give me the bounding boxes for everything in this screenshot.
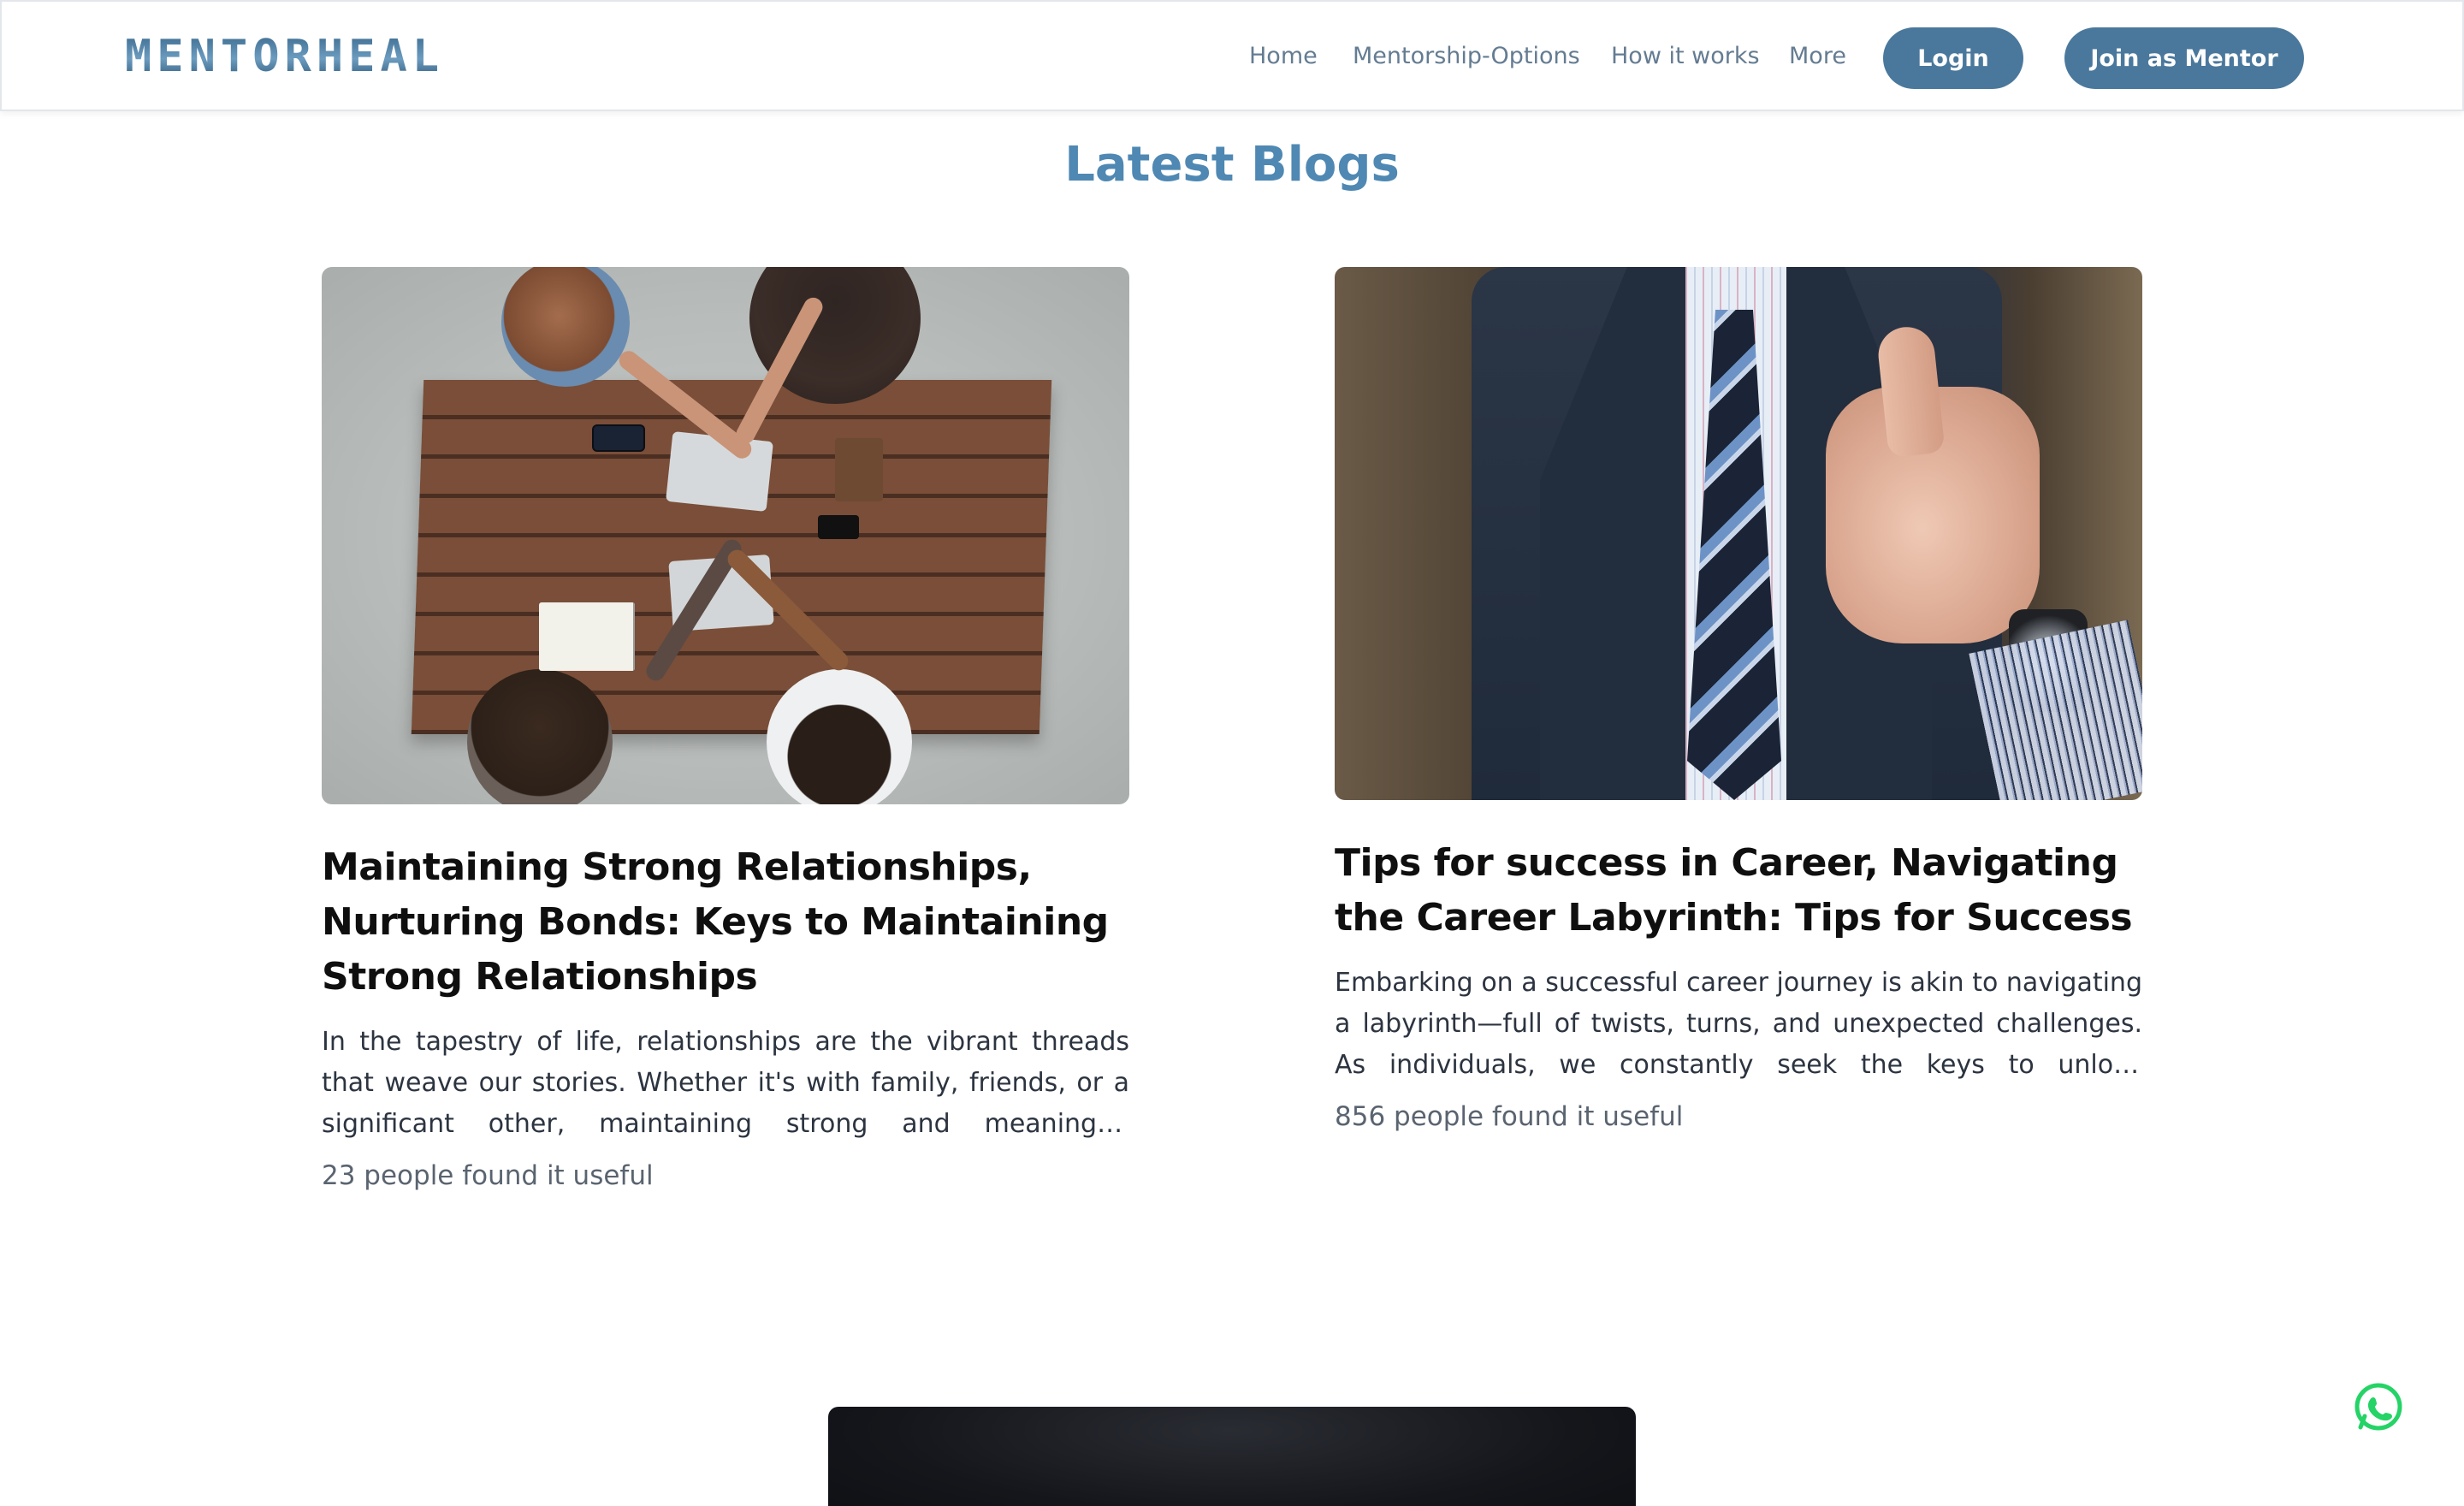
useful-count: 856 people found it useful — [1335, 1101, 1684, 1132]
nav-how-it-works[interactable]: How it works — [1611, 43, 1760, 69]
page: MENTORHEAL Home Mentorship-Options How i… — [0, 0, 2464, 1506]
blog-excerpt: Embarking on a successful career journey… — [1335, 968, 2142, 1080]
blog-title[interactable]: Tips for success in Career, Navigating t… — [1335, 836, 2142, 946]
phone-graphic — [818, 515, 859, 539]
blog-image-teaser[interactable] — [828, 1407, 1636, 1506]
blog-title[interactable]: Maintaining Strong Relationships, Nurtur… — [322, 840, 1129, 1005]
person-graphic — [767, 669, 912, 804]
nav-more[interactable]: More — [1789, 43, 1846, 69]
blog-excerpt: In the tapestry of life, relationships a… — [322, 1027, 1129, 1139]
site-header: MENTORHEAL Home Mentorship-Options How i… — [0, 0, 2464, 111]
person-graphic — [467, 669, 613, 804]
blog-image[interactable] — [1335, 267, 2142, 800]
section-title: Latest Blogs — [1064, 137, 1400, 193]
whatsapp-icon[interactable] — [2353, 1381, 2404, 1432]
main-nav: Home Mentorship-Options How it works Mor… — [0, 2, 2462, 113]
blog-card[interactable]: Tips for success in Career, Navigating t… — [1335, 267, 2142, 1132]
useful-count: 23 people found it useful — [322, 1160, 654, 1191]
phone-graphic — [594, 426, 643, 450]
login-button[interactable]: Login — [1883, 27, 2023, 89]
nav-mentorship-options[interactable]: Mentorship-Options — [1353, 43, 1580, 69]
person-graphic — [501, 267, 630, 387]
open-book-graphic — [539, 602, 635, 671]
join-as-mentor-button[interactable]: Join as Mentor — [2064, 27, 2304, 89]
nav-home[interactable]: Home — [1249, 43, 1318, 69]
blog-card[interactable]: Maintaining Strong Relationships, Nurtur… — [322, 267, 1129, 1191]
blog-image[interactable] — [322, 267, 1129, 804]
notebook-graphic — [835, 438, 883, 501]
